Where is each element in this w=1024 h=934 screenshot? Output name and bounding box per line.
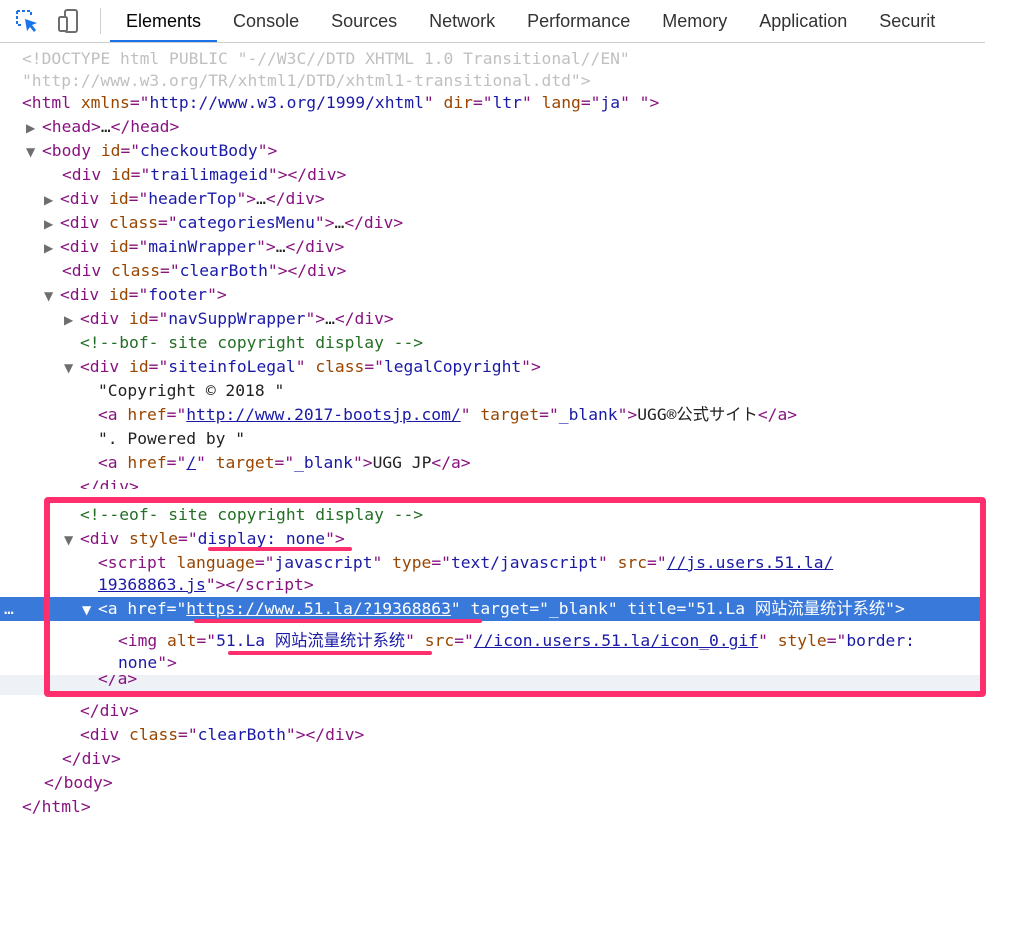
div-clearboth-2-value: clearBoth bbox=[197, 725, 286, 744]
script-51la-node[interactable]: <script language="javascript" type="text… bbox=[0, 551, 980, 575]
a-51la-node-selected[interactable]: … ▼ <a href="https://www.51.la/?19368863"… bbox=[0, 597, 980, 621]
doctype-text-2: "http://www.w3.org/TR/xhtml1/DTD/xhtml1-… bbox=[22, 71, 591, 90]
tab-network[interactable]: Network bbox=[413, 0, 511, 42]
expand-triangle-icon[interactable]: ▶ bbox=[64, 308, 80, 332]
dom-tree: <!DOCTYPE html PUBLIC "-//W3C//DTD XHTML… bbox=[0, 45, 985, 934]
annotation-underline-href bbox=[194, 619, 482, 623]
img-style-value-2: none bbox=[118, 653, 158, 672]
a-ugg-jp-href[interactable]: / bbox=[186, 453, 196, 472]
div-mainwrapper-value: mainWrapper bbox=[148, 237, 257, 256]
div-footer-node[interactable]: ▼ <div id="footer"> bbox=[0, 283, 980, 307]
more-actions-icon[interactable]: … bbox=[4, 599, 14, 618]
tab-performance[interactable]: Performance bbox=[511, 0, 646, 42]
text-powered: ". Powered by " bbox=[98, 429, 246, 448]
doctype-text: <!DOCTYPE html PUBLIC "-//W3C//DTD XHTML… bbox=[22, 49, 630, 68]
expand-triangle-icon[interactable]: ▶ bbox=[26, 116, 42, 140]
head-node[interactable]: ▶ <head>…</head> bbox=[0, 115, 980, 139]
doctype-line-2[interactable]: "http://www.w3.org/TR/xhtml1/DTD/xhtml1-… bbox=[0, 69, 980, 93]
comment-eof-text: <!--eof- site copyright display --> bbox=[80, 505, 424, 524]
comment-bof-text: <!--bof- site copyright display --> bbox=[80, 333, 424, 352]
text-powered-node[interactable]: ". Powered by " bbox=[0, 427, 980, 451]
collapse-triangle-icon[interactable]: ▼ bbox=[82, 598, 98, 622]
div-categoriesmenu-value: categoriesMenu bbox=[177, 213, 315, 232]
div-siteinfo-close[interactable]: </div> bbox=[0, 475, 980, 489]
annotation-underline-display-none bbox=[208, 547, 352, 551]
a-ugg-site-href[interactable]: http://www.2017-bootsjp.com/ bbox=[186, 405, 460, 424]
div-siteinfo-id-value: siteinfoLegal bbox=[168, 357, 296, 376]
comment-bof-node[interactable]: <!--bof- site copyright display --> bbox=[0, 331, 980, 355]
doctype-line[interactable]: <!DOCTYPE html PUBLIC "-//W3C//DTD XHTML… bbox=[0, 47, 980, 71]
a-51la-href[interactable]: https://www.51.la/?19368863 bbox=[186, 599, 451, 618]
div-navsupp-value: navSuppWrapper bbox=[168, 309, 306, 328]
panel-tabs: Elements Console Sources Network Perform… bbox=[110, 0, 951, 42]
body-id-value: checkoutBody bbox=[140, 141, 258, 160]
tab-security[interactable]: Securit bbox=[863, 0, 951, 42]
script-language-value: javascript bbox=[274, 553, 373, 572]
tab-memory[interactable]: Memory bbox=[646, 0, 743, 42]
tab-application[interactable]: Application bbox=[743, 0, 863, 42]
script-51la-node-cont[interactable]: 19368863.js"></script> bbox=[0, 573, 980, 597]
expand-triangle-icon[interactable]: ▶ bbox=[44, 236, 60, 260]
collapse-triangle-icon[interactable]: ▼ bbox=[44, 284, 60, 308]
devtools-toolbar: Elements Console Sources Network Perform… bbox=[0, 0, 985, 43]
img-style-value: border: bbox=[846, 631, 915, 650]
a-ugg-jp-text: UGG JP bbox=[372, 453, 432, 472]
html-dir-value: ltr bbox=[492, 93, 522, 112]
img-src-link[interactable]: //icon.users.51.la/icon_0.gif bbox=[474, 631, 758, 650]
collapse-triangle-icon[interactable]: ▼ bbox=[26, 140, 42, 164]
a-51la-close[interactable]: </a> bbox=[0, 675, 980, 695]
html-xmlns-value: http://www.w3.org/1999/xhtml bbox=[149, 93, 424, 112]
img-alt-value: 51.La 网站流量统计系统 bbox=[216, 631, 406, 650]
text-copyright: "Copyright © 2018 " bbox=[98, 381, 285, 400]
img-51la-node[interactable]: <img alt="51.La 网站流量统计系统" src="//icon.us… bbox=[0, 629, 980, 653]
device-toolbar-icon[interactable] bbox=[56, 8, 82, 34]
tab-sources[interactable]: Sources bbox=[315, 0, 413, 42]
div-style-value: display: none bbox=[197, 529, 326, 548]
a-ugg-jp-node[interactable]: <a href="/" target="_blank">UGG JP</a> bbox=[0, 451, 980, 475]
toolbar-divider bbox=[100, 8, 101, 34]
html-lang-value: ja bbox=[600, 93, 621, 112]
text-copyright-node[interactable]: "Copyright © 2018 " bbox=[0, 379, 980, 403]
expand-triangle-icon[interactable]: ▶ bbox=[44, 188, 60, 212]
a-ugg-site-node[interactable]: <a href="http://www.2017-bootsjp.com/" t… bbox=[0, 403, 980, 427]
div-siteinfo-node[interactable]: ▼ <div id="siteinfoLegal" class="legalCop… bbox=[0, 355, 980, 379]
html-node[interactable]: <html xmlns="http://www.w3.org/1999/xhtm… bbox=[0, 91, 980, 115]
a-ugg-site-text: UGG®公式サイト bbox=[637, 405, 758, 424]
script-src-link[interactable]: //js.users.51.la/ bbox=[667, 553, 834, 572]
div-navsupp-node[interactable]: ▶ <div id="navSuppWrapper">…</div> bbox=[0, 307, 980, 331]
tab-elements[interactable]: Elements bbox=[110, 0, 218, 42]
inspect-element-icon[interactable] bbox=[14, 8, 40, 34]
div-headertop-node[interactable]: ▶ <div id="headerTop">…</div> bbox=[0, 187, 980, 211]
div-hidden-close[interactable]: </div> bbox=[0, 699, 980, 723]
comment-eof-node[interactable]: <!--eof- site copyright display --> bbox=[0, 503, 980, 527]
div-footer-close[interactable]: </div> bbox=[0, 747, 980, 771]
div-categoriesmenu-node[interactable]: ▶ <div class="categoriesMenu">…</div> bbox=[0, 211, 980, 235]
tab-console[interactable]: Console bbox=[217, 0, 315, 42]
div-trailimageid-value: trailimageid bbox=[150, 165, 268, 184]
div-hidden-node[interactable]: ▼ <div style="display: none"> bbox=[0, 527, 980, 551]
script-type-value: text/javascript bbox=[450, 553, 598, 572]
collapse-triangle-icon[interactable]: ▼ bbox=[64, 356, 80, 380]
div-clearboth-2-node[interactable]: <div class="clearBoth"></div> bbox=[0, 723, 980, 747]
a-51la-title: 51.La 网站流量统计系统 bbox=[696, 599, 886, 618]
a-ugg-jp-target: _blank bbox=[294, 453, 353, 472]
script-src-link-2[interactable]: 19368863.js bbox=[98, 575, 206, 594]
expand-triangle-icon[interactable]: ▶ bbox=[44, 212, 60, 236]
div-trailimageid-node[interactable]: <div id="trailimageid"></div> bbox=[0, 163, 980, 187]
div-mainwrapper-node[interactable]: ▶ <div id="mainWrapper">…</div> bbox=[0, 235, 980, 259]
div-headertop-value: headerTop bbox=[148, 189, 237, 208]
img-51la-node-cont[interactable]: none"> bbox=[0, 651, 980, 675]
html-close[interactable]: </html> bbox=[0, 795, 980, 819]
body-node[interactable]: ▼ <body id="checkoutBody"> bbox=[0, 139, 980, 163]
div-clearboth-value: clearBoth bbox=[179, 261, 268, 280]
div-footer-value: footer bbox=[148, 285, 208, 304]
annotation-underline-alt bbox=[228, 651, 432, 655]
a-51la-target: _blank bbox=[548, 599, 608, 618]
div-clearboth-node[interactable]: <div class="clearBoth"></div> bbox=[0, 259, 980, 283]
body-close[interactable]: </body> bbox=[0, 771, 980, 795]
div-siteinfo-class-value: legalCopyright bbox=[383, 357, 522, 376]
a-ugg-site-target: _blank bbox=[558, 405, 618, 424]
collapse-triangle-icon[interactable]: ▼ bbox=[64, 528, 80, 552]
